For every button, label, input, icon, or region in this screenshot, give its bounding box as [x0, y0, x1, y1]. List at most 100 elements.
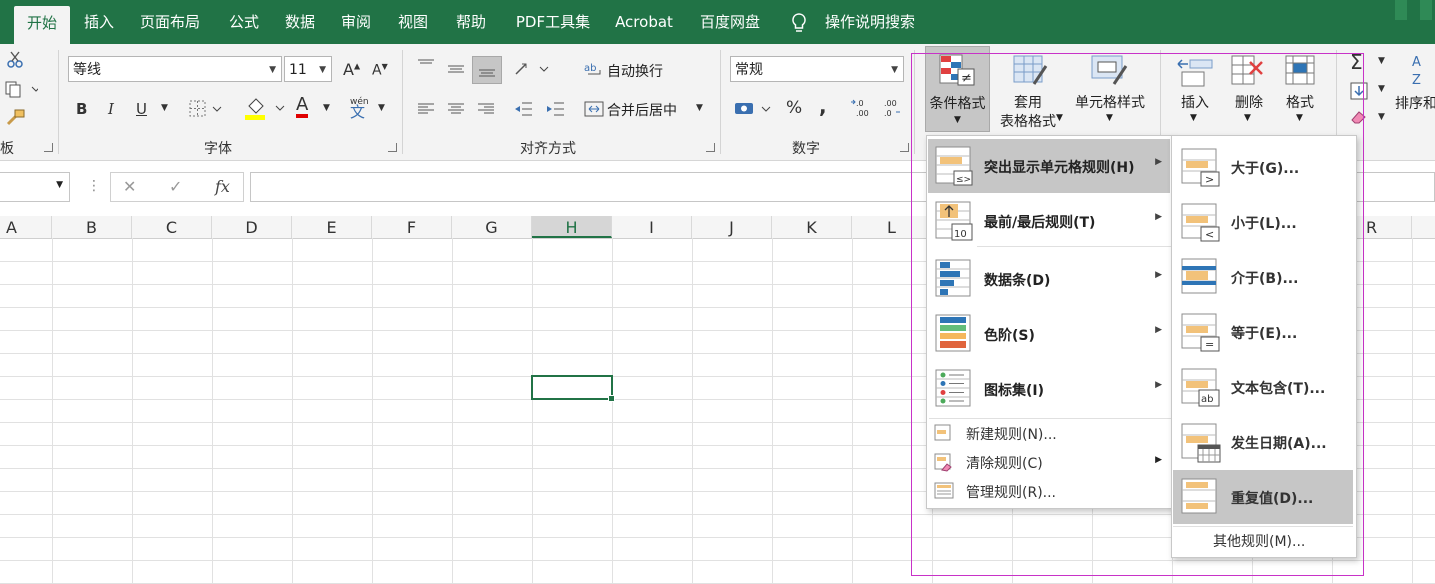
accounting-format-icon[interactable]	[734, 100, 774, 122]
menu-data-bars[interactable]: 数据条(D) ▶	[928, 252, 1170, 306]
tab-view[interactable]: 视图	[390, 0, 436, 44]
italic-button[interactable]: I	[108, 100, 114, 118]
top-bottom-rules-label: 最前/最后规则(T)	[984, 215, 1096, 231]
chevron-down-icon[interactable]: ▼	[161, 103, 168, 113]
align-center-icon[interactable]	[446, 102, 466, 120]
sort-filter-label: 排序和	[1395, 96, 1435, 112]
ten-label: 10	[954, 229, 967, 240]
column-header-c[interactable]: C	[132, 216, 212, 238]
percent-button[interactable]: %	[786, 98, 802, 118]
font-size-value: 11	[289, 62, 307, 78]
number-format-value: 常规	[735, 62, 763, 78]
grow-font-button[interactable]: A▲	[343, 60, 360, 79]
font-color-button[interactable]: A	[296, 96, 309, 118]
column-header-j[interactable]: J	[692, 216, 772, 238]
tell-me-search[interactable]: 操作说明搜索	[820, 0, 920, 44]
format-painter-icon[interactable]	[6, 108, 26, 130]
active-cell-h7[interactable]	[531, 375, 615, 402]
font-size-combo[interactable]: 11 ▼	[284, 56, 332, 82]
copy-icon[interactable]	[4, 80, 41, 102]
window-decoration	[1420, 0, 1432, 20]
shrink-font-button[interactable]: A▼	[372, 62, 388, 79]
column-header-e[interactable]: E	[292, 216, 372, 238]
svg-text:ab: ab	[1201, 394, 1213, 405]
tab-home[interactable]: 开始	[14, 6, 70, 44]
chevron-down-icon[interactable]: ▼	[696, 103, 703, 113]
underline-button[interactable]: U	[136, 100, 147, 118]
align-bottom-button[interactable]	[472, 56, 502, 84]
tab-baidu-netdisk[interactable]: 百度网盘	[692, 0, 768, 44]
font-group-label: 字体	[204, 141, 232, 157]
phonetic-button[interactable]: wén 文	[350, 97, 369, 120]
tab-help[interactable]: 帮助	[448, 0, 494, 44]
merge-center-button[interactable]: 合并后居中	[607, 100, 677, 120]
name-box[interactable]: ▼	[0, 172, 70, 202]
tab-formulas[interactable]: 公式	[222, 0, 266, 44]
submenu-more-rules[interactable]: 其他规则(M)...	[1173, 528, 1353, 554]
menu-clear-rules[interactable]: 清除规则(C) ▶	[928, 449, 1170, 477]
menu-manage-rules[interactable]: 管理规则(R)...	[928, 478, 1170, 506]
cut-icon[interactable]	[6, 50, 24, 72]
alignment-dialog-launcher[interactable]	[706, 143, 715, 152]
chevron-down-icon[interactable]: ▼	[1378, 84, 1385, 94]
tab-data[interactable]: 数据	[278, 0, 322, 44]
menu-icon-sets[interactable]: 图标集(I) ▶	[928, 362, 1170, 416]
between-icon	[1181, 258, 1217, 294]
column-header-k[interactable]: K	[772, 216, 852, 238]
number-format-combo[interactable]: 常规 ▼	[730, 56, 904, 82]
tab-insert[interactable]: 插入	[76, 0, 122, 44]
column-header-b[interactable]: B	[52, 216, 132, 238]
tab-pdf-tools[interactable]: PDF工具集	[508, 0, 598, 44]
align-top-icon[interactable]	[416, 58, 436, 76]
bold-button[interactable]: B	[76, 100, 87, 118]
fill-handle[interactable]	[608, 395, 615, 402]
menu-top-bottom-rules[interactable]: 10 最前/最后规则(T) ▶	[928, 194, 1170, 248]
submenu-greater-than[interactable]: > 大于(G)...	[1173, 140, 1353, 194]
chevron-down-icon[interactable]: ▼	[1378, 56, 1385, 66]
menu-new-rule[interactable]: 新建规则(N)...	[928, 420, 1170, 448]
decrease-decimal-icon[interactable]: .00.0	[880, 98, 902, 124]
menu-color-scales[interactable]: 色阶(S) ▶	[928, 307, 1170, 361]
chevron-down-icon[interactable]: ▼	[1378, 112, 1385, 122]
comma-button[interactable]: ,	[819, 94, 827, 118]
insert-function-button[interactable]: fx	[215, 177, 230, 196]
align-right-icon[interactable]	[476, 102, 496, 120]
submenu-date-occurring[interactable]: 发生日期(A)...	[1173, 415, 1353, 469]
tab-page-layout[interactable]: 页面布局	[134, 0, 206, 44]
increase-indent-icon[interactable]	[544, 100, 566, 122]
submenu-less-than[interactable]: < 小于(L)...	[1173, 195, 1353, 249]
column-header-h[interactable]: H	[532, 216, 612, 238]
confirm-entry-button[interactable]: ✓	[169, 177, 182, 196]
submenu-text-contains[interactable]: ab 文本包含(T)...	[1173, 360, 1353, 414]
font-name-combo[interactable]: 等线 ▼	[68, 56, 282, 82]
chevron-down-icon[interactable]: ▼	[323, 103, 330, 113]
cancel-entry-button[interactable]: ✕	[123, 177, 136, 196]
decrease-indent-icon[interactable]	[512, 100, 534, 122]
column-header-i[interactable]: I	[612, 216, 692, 238]
clipboard-dialog-launcher[interactable]	[44, 143, 53, 152]
borders-icon[interactable]	[189, 100, 225, 122]
align-left-icon[interactable]	[416, 102, 436, 120]
submenu-equal-to[interactable]: = 等于(E)...	[1173, 305, 1353, 359]
chevron-down-icon[interactable]: ▼	[378, 103, 385, 113]
sort-filter-icon[interactable]: AZ	[1410, 52, 1435, 94]
submenu-between[interactable]: 介于(B)...	[1173, 250, 1353, 304]
svg-text:.00: .00	[884, 99, 897, 108]
wrap-text-button[interactable]: 自动换行	[607, 61, 663, 81]
submenu-duplicate-values[interactable]: 重复值(D)...	[1173, 470, 1353, 524]
column-header-g[interactable]: G	[452, 216, 532, 238]
tab-review[interactable]: 审阅	[334, 0, 378, 44]
menu-highlight-cells-rules[interactable]: ≤> 突出显示单元格规则(H) ▶	[928, 139, 1170, 193]
fill-color-icon[interactable]	[244, 96, 288, 126]
column-header-f[interactable]: F	[372, 216, 452, 238]
font-dialog-launcher[interactable]	[388, 143, 397, 152]
tab-acrobat[interactable]: Acrobat	[610, 0, 678, 44]
column-header-d[interactable]: D	[212, 216, 292, 238]
column-header-a[interactable]: A	[0, 216, 52, 238]
number-dialog-launcher[interactable]	[900, 143, 909, 152]
new-rule-label: 新建规则(N)...	[966, 427, 1057, 443]
orientation-icon[interactable]	[514, 60, 550, 82]
increase-decimal-icon[interactable]: .0.00	[850, 98, 872, 124]
align-middle-icon[interactable]	[446, 62, 466, 80]
chevron-right-icon: ▶	[1155, 455, 1162, 465]
